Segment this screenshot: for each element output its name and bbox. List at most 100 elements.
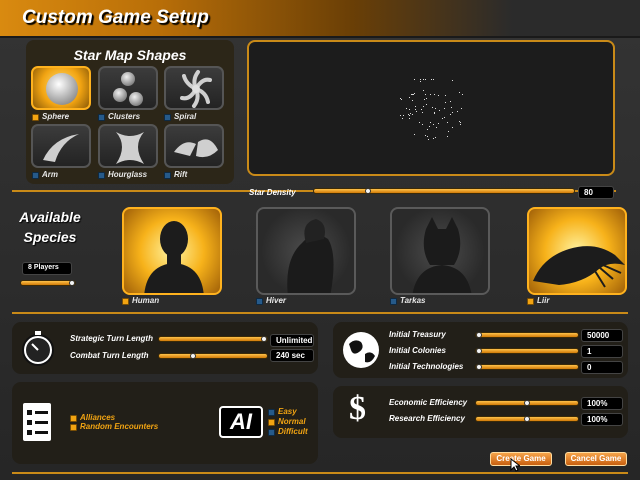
species-human-checkbox[interactable] xyxy=(122,298,129,305)
available-species-line2: Species xyxy=(23,229,77,245)
star-dot xyxy=(423,98,425,100)
cancel-game-button[interactable]: Cancel Game xyxy=(565,452,627,466)
star-density-value: 80 xyxy=(578,186,614,199)
shape-hourglass-tile[interactable] xyxy=(98,124,158,168)
ai-easy-checkbox[interactable] xyxy=(268,409,275,416)
create-game-button[interactable]: Create Game xyxy=(490,452,552,466)
initial-colonies-knob[interactable] xyxy=(476,348,482,354)
star-dot xyxy=(434,111,436,113)
shape-sphere-checkbox[interactable] xyxy=(32,114,39,121)
mouse-cursor-icon xyxy=(510,458,520,472)
star-dot xyxy=(444,108,446,110)
shape-hourglass-checkbox[interactable] xyxy=(98,172,105,179)
species-tarkas-tile[interactable] xyxy=(390,207,490,295)
research-efficiency-label: Research Efficiency xyxy=(389,414,465,423)
shape-clusters-tile[interactable] xyxy=(98,66,158,110)
shape-spiral-label: Spiral xyxy=(174,112,197,121)
species-liir-tile[interactable] xyxy=(527,207,627,295)
strategic-turn-label: Strategic Turn Length xyxy=(70,334,153,343)
star-density-label: Star Density xyxy=(249,188,296,197)
combat-turn-knob[interactable] xyxy=(190,353,196,359)
strategic-turn-knob[interactable] xyxy=(261,336,267,342)
clusters-icon xyxy=(113,72,143,106)
shape-rift-tile[interactable] xyxy=(164,124,224,168)
star-dot xyxy=(408,118,410,120)
star-dot xyxy=(412,94,414,96)
dollar-icon: $ xyxy=(349,390,366,427)
species-liir-checkbox[interactable] xyxy=(527,298,534,305)
species-hiver-tile[interactable] xyxy=(256,207,356,295)
star-dot xyxy=(447,121,449,123)
star-field xyxy=(249,42,613,174)
arm-icon xyxy=(43,134,79,162)
combat-turn-slider[interactable] xyxy=(158,353,268,359)
economic-efficiency-slider[interactable] xyxy=(475,400,579,406)
star-dot xyxy=(428,126,430,128)
species-hiver-label: Hiver xyxy=(266,296,287,305)
star-dot xyxy=(427,135,429,137)
available-species-line1: Available xyxy=(19,209,81,225)
random-encounters-checkbox[interactable] xyxy=(70,424,77,431)
initial-resources-panel: Initial Treasury 50000 Initial Colonies … xyxy=(333,322,628,378)
star-dot xyxy=(460,107,462,109)
sphere-icon xyxy=(46,73,78,105)
star-dot xyxy=(434,112,436,114)
custom-game-setup-screen: Custom Game Setup Star Map Shapes Sphere… xyxy=(0,0,640,480)
ai-normal-checkbox[interactable] xyxy=(268,419,275,426)
star-dot xyxy=(399,97,401,99)
shape-arm-checkbox[interactable] xyxy=(32,172,39,179)
economic-efficiency-knob[interactable] xyxy=(524,400,530,406)
star-dot xyxy=(459,124,461,126)
players-slider[interactable] xyxy=(20,280,76,286)
ai-logo: AI xyxy=(219,406,263,438)
star-dot xyxy=(427,139,429,141)
star-dot xyxy=(414,109,416,111)
star-dot xyxy=(441,118,443,120)
hourglass-icon xyxy=(116,132,144,164)
species-tarkas-checkbox[interactable] xyxy=(390,298,397,305)
star-dot xyxy=(451,106,453,108)
spiral-icon xyxy=(180,70,212,108)
star-density-knob[interactable] xyxy=(365,188,371,194)
ai-difficult-checkbox[interactable] xyxy=(268,429,275,436)
initial-technologies-knob[interactable] xyxy=(476,364,482,370)
players-slider-knob[interactable] xyxy=(69,280,75,286)
shape-rift-checkbox[interactable] xyxy=(164,172,171,179)
research-efficiency-knob[interactable] xyxy=(524,416,530,422)
shape-spiral-checkbox[interactable] xyxy=(164,114,171,121)
liir-portrait-icon xyxy=(533,246,625,288)
shape-arm-tile[interactable] xyxy=(31,124,91,168)
tarkas-portrait-icon xyxy=(412,217,472,293)
game-options-panel: Alliances Random Encounters Easy Normal … xyxy=(12,382,318,464)
star-dot xyxy=(423,106,425,108)
shape-sphere-tile[interactable] xyxy=(31,66,91,110)
alliances-checkbox[interactable] xyxy=(70,415,77,422)
shape-clusters-checkbox[interactable] xyxy=(98,114,105,121)
strategic-turn-value: Unlimited xyxy=(270,334,314,347)
star-dot xyxy=(434,93,436,95)
star-map-shapes-heading: Star Map Shapes xyxy=(73,47,187,63)
initial-colonies-slider[interactable] xyxy=(475,348,579,354)
initial-treasury-slider[interactable] xyxy=(475,332,579,338)
initial-technologies-slider[interactable] xyxy=(475,364,579,370)
star-dot xyxy=(449,113,451,115)
initial-treasury-knob[interactable] xyxy=(476,332,482,338)
research-efficiency-slider[interactable] xyxy=(475,416,579,422)
star-dot xyxy=(411,113,413,115)
shape-spiral-tile[interactable] xyxy=(164,66,224,110)
star-dot xyxy=(434,136,436,138)
species-human-tile[interactable] xyxy=(122,207,222,295)
star-dot xyxy=(429,122,431,124)
page-title: Custom Game Setup xyxy=(22,7,209,28)
divider-middle xyxy=(12,312,628,314)
star-density-slider[interactable] xyxy=(313,188,575,194)
star-dot xyxy=(408,97,410,99)
star-dot xyxy=(426,129,428,131)
star-dot xyxy=(408,115,410,117)
star-dot xyxy=(445,101,447,103)
star-dot xyxy=(400,114,402,116)
star-dot xyxy=(424,135,426,137)
star-dot xyxy=(414,106,416,108)
species-hiver-checkbox[interactable] xyxy=(256,298,263,305)
strategic-turn-slider[interactable] xyxy=(158,336,268,342)
